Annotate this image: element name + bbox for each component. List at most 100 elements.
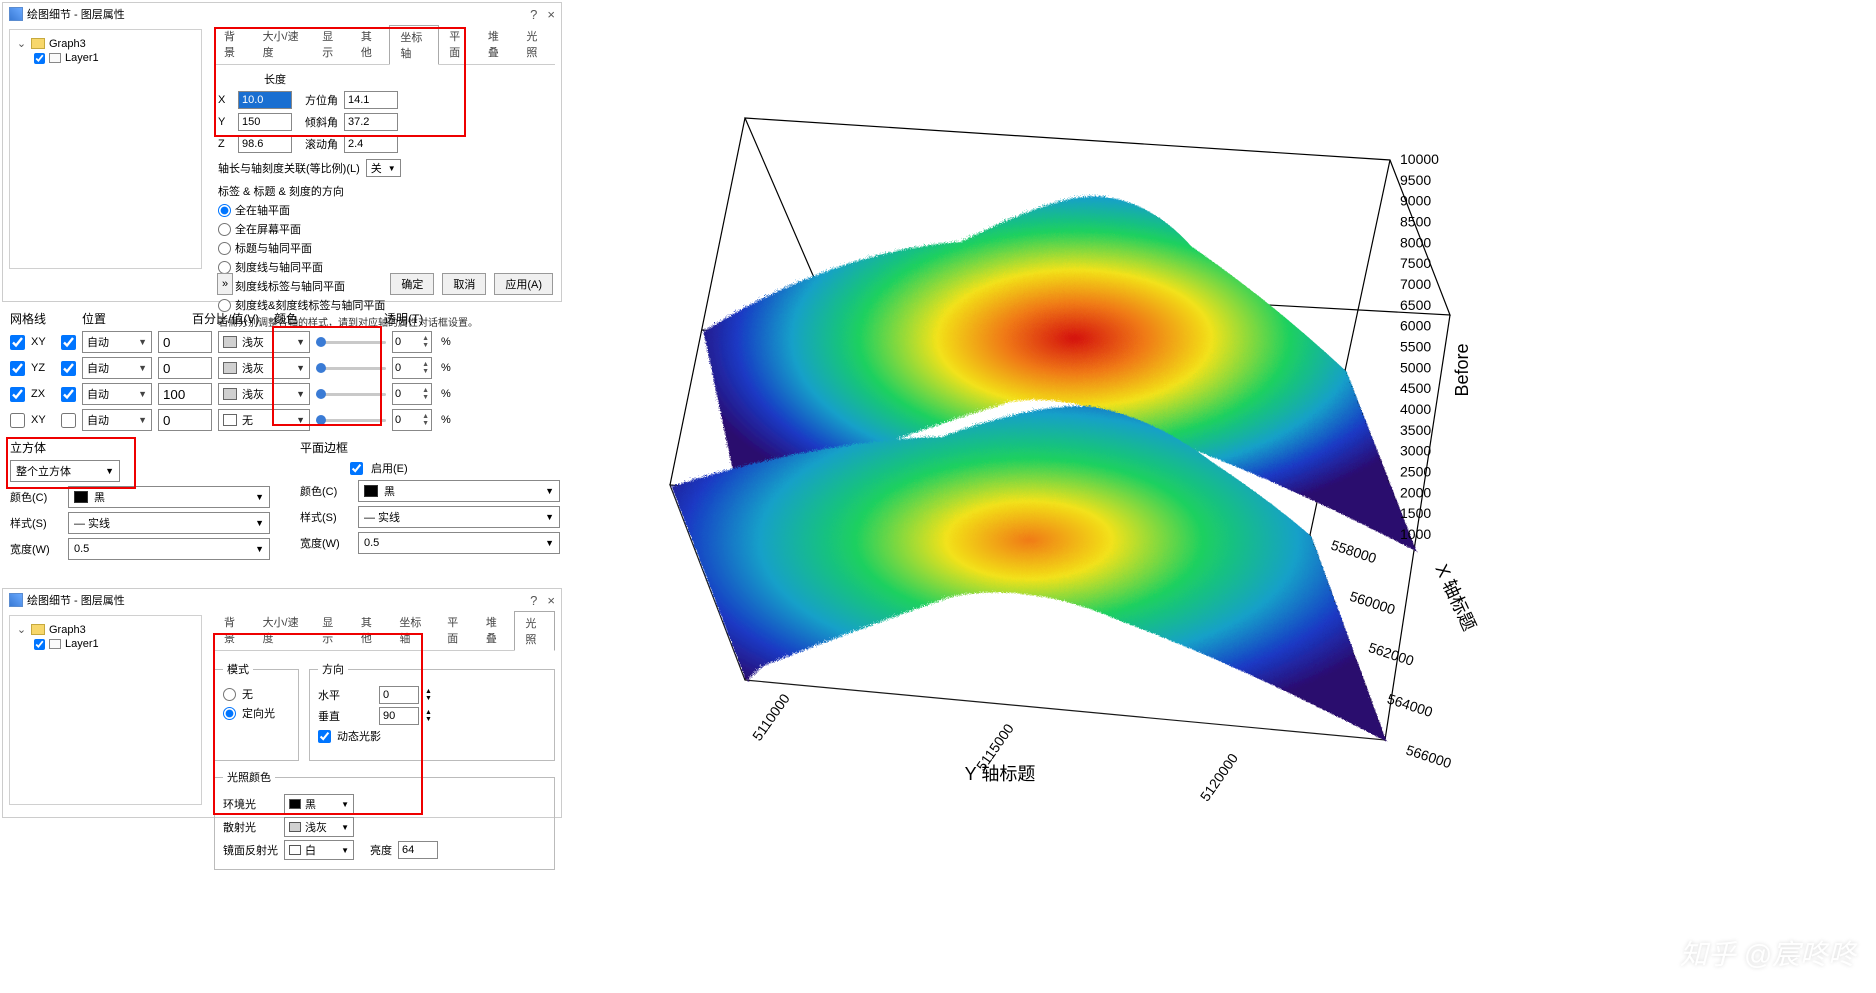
- gl-enable-checkbox[interactable]: [10, 335, 25, 350]
- gl-enable-checkbox[interactable]: [10, 387, 25, 402]
- cube-width-dropdown[interactable]: 0.5▼: [68, 538, 270, 560]
- layer-visible-checkbox[interactable]: [34, 53, 45, 64]
- gl-trans-spin[interactable]: 0▲▼: [392, 383, 432, 405]
- tab2-axis[interactable]: 坐标轴: [389, 611, 437, 650]
- gl-pos-checkbox[interactable]: [61, 361, 76, 376]
- gl-trans-spin[interactable]: 0▲▼: [392, 409, 432, 431]
- dir-h-up[interactable]: ▲: [425, 688, 432, 695]
- tree-root-1[interactable]: ⌄ Graph3: [16, 36, 195, 51]
- gl-pct-input[interactable]: [158, 357, 212, 379]
- tab2-stack[interactable]: 堆叠: [476, 611, 515, 650]
- gl-color-dropdown[interactable]: 浅灰▼: [218, 331, 310, 353]
- tab2-plane[interactable]: 平面: [437, 611, 476, 650]
- orient-radio-0[interactable]: [218, 204, 231, 217]
- more-button[interactable]: »: [217, 273, 233, 295]
- gl-color-dropdown[interactable]: 无▼: [218, 409, 310, 431]
- close-button-2[interactable]: ×: [547, 593, 555, 608]
- tab-other[interactable]: 其他: [351, 25, 390, 64]
- axis-y-length-input[interactable]: [238, 113, 292, 131]
- gl-pos-checkbox[interactable]: [61, 413, 76, 428]
- pf-width-dropdown[interactable]: 0.5▼: [358, 532, 560, 554]
- gl-enable-checkbox[interactable]: [10, 413, 25, 428]
- tab-plane[interactable]: 平面: [439, 25, 478, 64]
- gl-pos-checkbox[interactable]: [61, 387, 76, 402]
- dir-v-up[interactable]: ▲: [425, 709, 432, 716]
- tab2-light[interactable]: 光照: [514, 611, 555, 651]
- layer-tree-1[interactable]: ⌄ Graph3 Layer1: [9, 29, 202, 269]
- cube-mode-dropdown[interactable]: 整个立方体▼: [10, 460, 120, 482]
- brightness-input[interactable]: [398, 841, 438, 859]
- apply-button[interactable]: 应用(A): [494, 273, 553, 295]
- tab-bg[interactable]: 背景: [214, 25, 253, 64]
- gl-trans-slider[interactable]: [316, 360, 386, 376]
- spin-down[interactable]: ▼: [422, 420, 429, 427]
- spin-up[interactable]: ▲: [422, 361, 429, 368]
- dir-h-input[interactable]: [379, 686, 419, 704]
- gl-enable-checkbox[interactable]: [10, 361, 25, 376]
- mode-directional-radio[interactable]: [223, 707, 236, 720]
- spin-up[interactable]: ▲: [422, 413, 429, 420]
- gl-pos-checkbox[interactable]: [61, 335, 76, 350]
- gl-pct-input[interactable]: [158, 331, 212, 353]
- gl-trans-spin[interactable]: 0▲▼: [392, 331, 432, 353]
- layer-tree-2[interactable]: ⌄Graph3 Layer1: [9, 615, 202, 805]
- planeframe-enable-checkbox[interactable]: [350, 462, 363, 475]
- tab2-display[interactable]: 显示: [312, 611, 351, 650]
- diffuse-dropdown[interactable]: 浅灰▼: [284, 817, 354, 837]
- axis-x-length-input[interactable]: [238, 91, 292, 109]
- tree-root-2[interactable]: ⌄Graph3: [16, 622, 195, 637]
- gl-trans-slider[interactable]: [316, 334, 386, 350]
- spin-down[interactable]: ▼: [422, 368, 429, 375]
- tab2-other[interactable]: 其他: [351, 611, 390, 650]
- ambient-dropdown[interactable]: 黑▼: [284, 794, 354, 814]
- tree-child-1[interactable]: Layer1: [34, 51, 195, 65]
- help-button-1[interactable]: ?: [530, 7, 537, 22]
- gl-color-dropdown[interactable]: 浅灰▼: [218, 383, 310, 405]
- gl-pos-dropdown[interactable]: 自动▼: [82, 409, 152, 431]
- layer-visible-checkbox-2[interactable]: [34, 639, 45, 650]
- gl-pct-input[interactable]: [158, 409, 212, 431]
- specular-dropdown[interactable]: 白▼: [284, 840, 354, 860]
- orient-radio-2[interactable]: [218, 242, 231, 255]
- gl-trans-spin[interactable]: 0▲▼: [392, 357, 432, 379]
- close-button-1[interactable]: ×: [547, 7, 555, 22]
- tree-child-2[interactable]: Layer1: [34, 637, 195, 651]
- gl-trans-slider[interactable]: [316, 386, 386, 402]
- roll-input[interactable]: [344, 135, 398, 153]
- tab-display[interactable]: 显示: [312, 25, 351, 64]
- cube-style-dropdown[interactable]: — 实线▼: [68, 512, 270, 534]
- tab2-bg[interactable]: 背景: [214, 611, 253, 650]
- spin-down[interactable]: ▼: [422, 342, 429, 349]
- axis-ratio-dropdown[interactable]: 关 ▼: [366, 159, 401, 177]
- spin-up[interactable]: ▲: [422, 387, 429, 394]
- azimuth-input[interactable]: [344, 91, 398, 109]
- orient-radio-1[interactable]: [218, 223, 231, 236]
- pf-color-dropdown[interactable]: 黑▼: [358, 480, 560, 502]
- dir-v-down[interactable]: ▼: [425, 716, 432, 723]
- axis-z-length-input[interactable]: [238, 135, 292, 153]
- gl-pos-dropdown[interactable]: 自动▼: [82, 383, 152, 405]
- gl-pos-dropdown[interactable]: 自动▼: [82, 331, 152, 353]
- cancel-button[interactable]: 取消: [442, 273, 486, 295]
- tab-axis[interactable]: 坐标轴: [389, 25, 439, 65]
- cube-color-dropdown[interactable]: 黑▼: [68, 486, 270, 508]
- tab-light[interactable]: 光照: [516, 25, 555, 64]
- dir-h-down[interactable]: ▼: [425, 695, 432, 702]
- mode-none-radio[interactable]: [223, 688, 236, 701]
- tab-size[interactable]: 大小/速度: [253, 25, 313, 64]
- tab2-size[interactable]: 大小/速度: [253, 611, 313, 650]
- gl-pct-input[interactable]: [158, 383, 212, 405]
- dir-v-input[interactable]: [379, 707, 419, 725]
- gl-color-dropdown[interactable]: 浅灰▼: [218, 357, 310, 379]
- gl-trans-slider[interactable]: [316, 412, 386, 428]
- tab-stack[interactable]: 堆叠: [478, 25, 517, 64]
- gl-pos-dropdown[interactable]: 自动▼: [82, 357, 152, 379]
- tree-collapse-icon[interactable]: ⌄: [16, 37, 27, 50]
- ok-button[interactable]: 确定: [390, 273, 434, 295]
- dyn-shadow-checkbox[interactable]: [318, 730, 331, 743]
- tilt-input[interactable]: [344, 113, 398, 131]
- spin-down[interactable]: ▼: [422, 394, 429, 401]
- help-button-2[interactable]: ?: [530, 593, 537, 608]
- pf-style-dropdown[interactable]: — 实线▼: [358, 506, 560, 528]
- spin-up[interactable]: ▲: [422, 335, 429, 342]
